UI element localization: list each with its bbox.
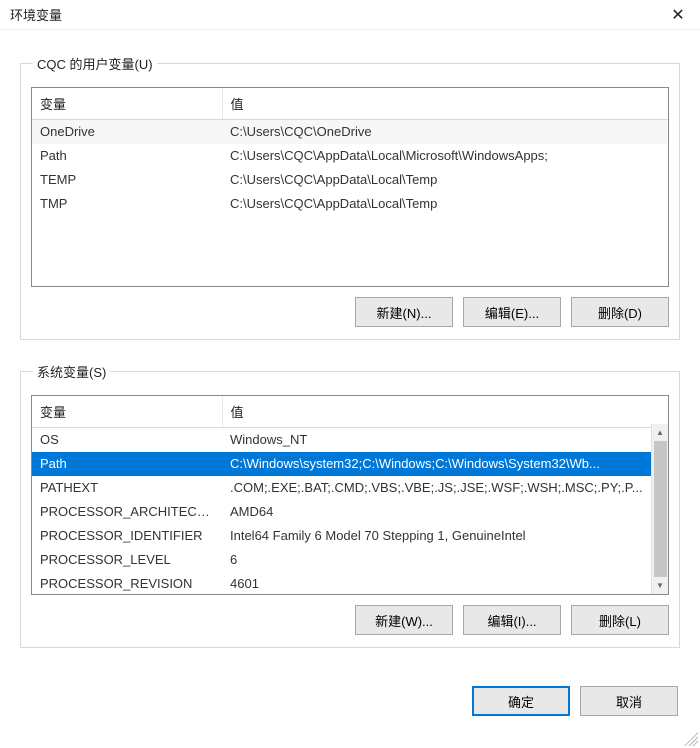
column-header-variable[interactable]: 变量 [32, 396, 222, 428]
table-row[interactable]: PROCESSOR_ARCHITECT... AMD64 [32, 500, 651, 524]
window-title: 环境变量 [10, 5, 62, 24]
var-cell: PROCESSOR_REVISION [32, 572, 222, 596]
system-edit-button[interactable]: 编辑(I)... [463, 605, 561, 635]
user-edit-button[interactable]: 编辑(E)... [463, 297, 561, 327]
column-header-value[interactable]: 值 [222, 88, 668, 120]
table-row[interactable]: TMP C:\Users\CQC\AppData\Local\Temp [32, 192, 668, 216]
var-cell: OneDrive [32, 120, 222, 144]
var-cell: PROCESSOR_LEVEL [32, 548, 222, 572]
system-delete-button[interactable]: 删除(L) [571, 605, 669, 635]
system-variables-legend: 系统变量(S) [33, 362, 110, 381]
table-row[interactable]: OneDrive C:\Users\CQC\OneDrive [32, 120, 668, 144]
table-row[interactable]: PROCESSOR_REVISION 4601 [32, 572, 651, 596]
chevron-down-icon[interactable]: ▼ [652, 577, 668, 594]
user-delete-button[interactable]: 删除(D) [571, 297, 669, 327]
var-cell: OS [32, 428, 222, 452]
system-variables-table[interactable]: 变量 值 OS Windows_NT Path C:\Windows\syste… [31, 395, 669, 595]
val-cell: .COM;.EXE;.BAT;.CMD;.VBS;.VBE;.JS;.JSE;.… [222, 476, 651, 500]
ok-button[interactable]: 确定 [472, 686, 570, 716]
val-cell: 6 [222, 548, 651, 572]
user-variables-group: CQC 的用户变量(U) 变量 值 OneDrive C:\Users\CQC\… [20, 54, 680, 340]
table-row[interactable]: Path C:\Windows\system32;C:\Windows;C:\W… [32, 452, 651, 476]
val-cell: AMD64 [222, 500, 651, 524]
table-row[interactable]: TEMP C:\Users\CQC\AppData\Local\Temp [32, 168, 668, 192]
val-cell: C:\Users\CQC\AppData\Local\Temp [222, 192, 668, 216]
table-row[interactable]: OS Windows_NT [32, 428, 651, 452]
var-cell: PROCESSOR_ARCHITECT... [32, 500, 222, 524]
chevron-up-icon[interactable]: ▲ [652, 424, 668, 441]
user-new-button[interactable]: 新建(N)... [355, 297, 453, 327]
val-cell: C:\Windows\system32;C:\Windows;C:\Window… [222, 452, 651, 476]
val-cell: C:\Users\CQC\AppData\Local\Temp [222, 168, 668, 192]
titlebar: 环境变量 ✕ [0, 0, 700, 30]
val-cell: C:\Users\CQC\AppData\Local\Microsoft\Win… [222, 144, 668, 168]
var-cell: PROCESSOR_IDENTIFIER [32, 524, 222, 548]
table-row[interactable]: PROCESSOR_LEVEL 6 [32, 548, 651, 572]
resize-grip-icon[interactable] [684, 732, 698, 746]
table-row[interactable]: Path C:\Users\CQC\AppData\Local\Microsof… [32, 144, 668, 168]
user-variables-legend: CQC 的用户变量(U) [33, 54, 157, 73]
system-variables-group: 系统变量(S) 变量 值 OS Windows_NT Pat [20, 362, 680, 648]
column-header-value[interactable]: 值 [222, 396, 651, 428]
val-cell: C:\Users\CQC\OneDrive [222, 120, 668, 144]
scrollbar[interactable]: ▲ ▼ [651, 424, 668, 594]
val-cell: Intel64 Family 6 Model 70 Stepping 1, Ge… [222, 524, 651, 548]
user-variables-table[interactable]: 变量 值 OneDrive C:\Users\CQC\OneDrive Path… [31, 87, 669, 287]
var-cell: TEMP [32, 168, 222, 192]
var-cell: PATHEXT [32, 476, 222, 500]
val-cell: Windows_NT [222, 428, 651, 452]
scrollbar-thumb[interactable] [654, 441, 667, 577]
var-cell: Path [32, 452, 222, 476]
column-header-variable[interactable]: 变量 [32, 88, 222, 120]
table-row[interactable]: PATHEXT .COM;.EXE;.BAT;.CMD;.VBS;.VBE;.J… [32, 476, 651, 500]
system-new-button[interactable]: 新建(W)... [355, 605, 453, 635]
var-cell: Path [32, 144, 222, 168]
var-cell: TMP [32, 192, 222, 216]
cancel-button[interactable]: 取消 [580, 686, 678, 716]
close-icon[interactable]: ✕ [656, 0, 700, 30]
val-cell: 4601 [222, 572, 651, 596]
table-row[interactable]: PROCESSOR_IDENTIFIER Intel64 Family 6 Mo… [32, 524, 651, 548]
